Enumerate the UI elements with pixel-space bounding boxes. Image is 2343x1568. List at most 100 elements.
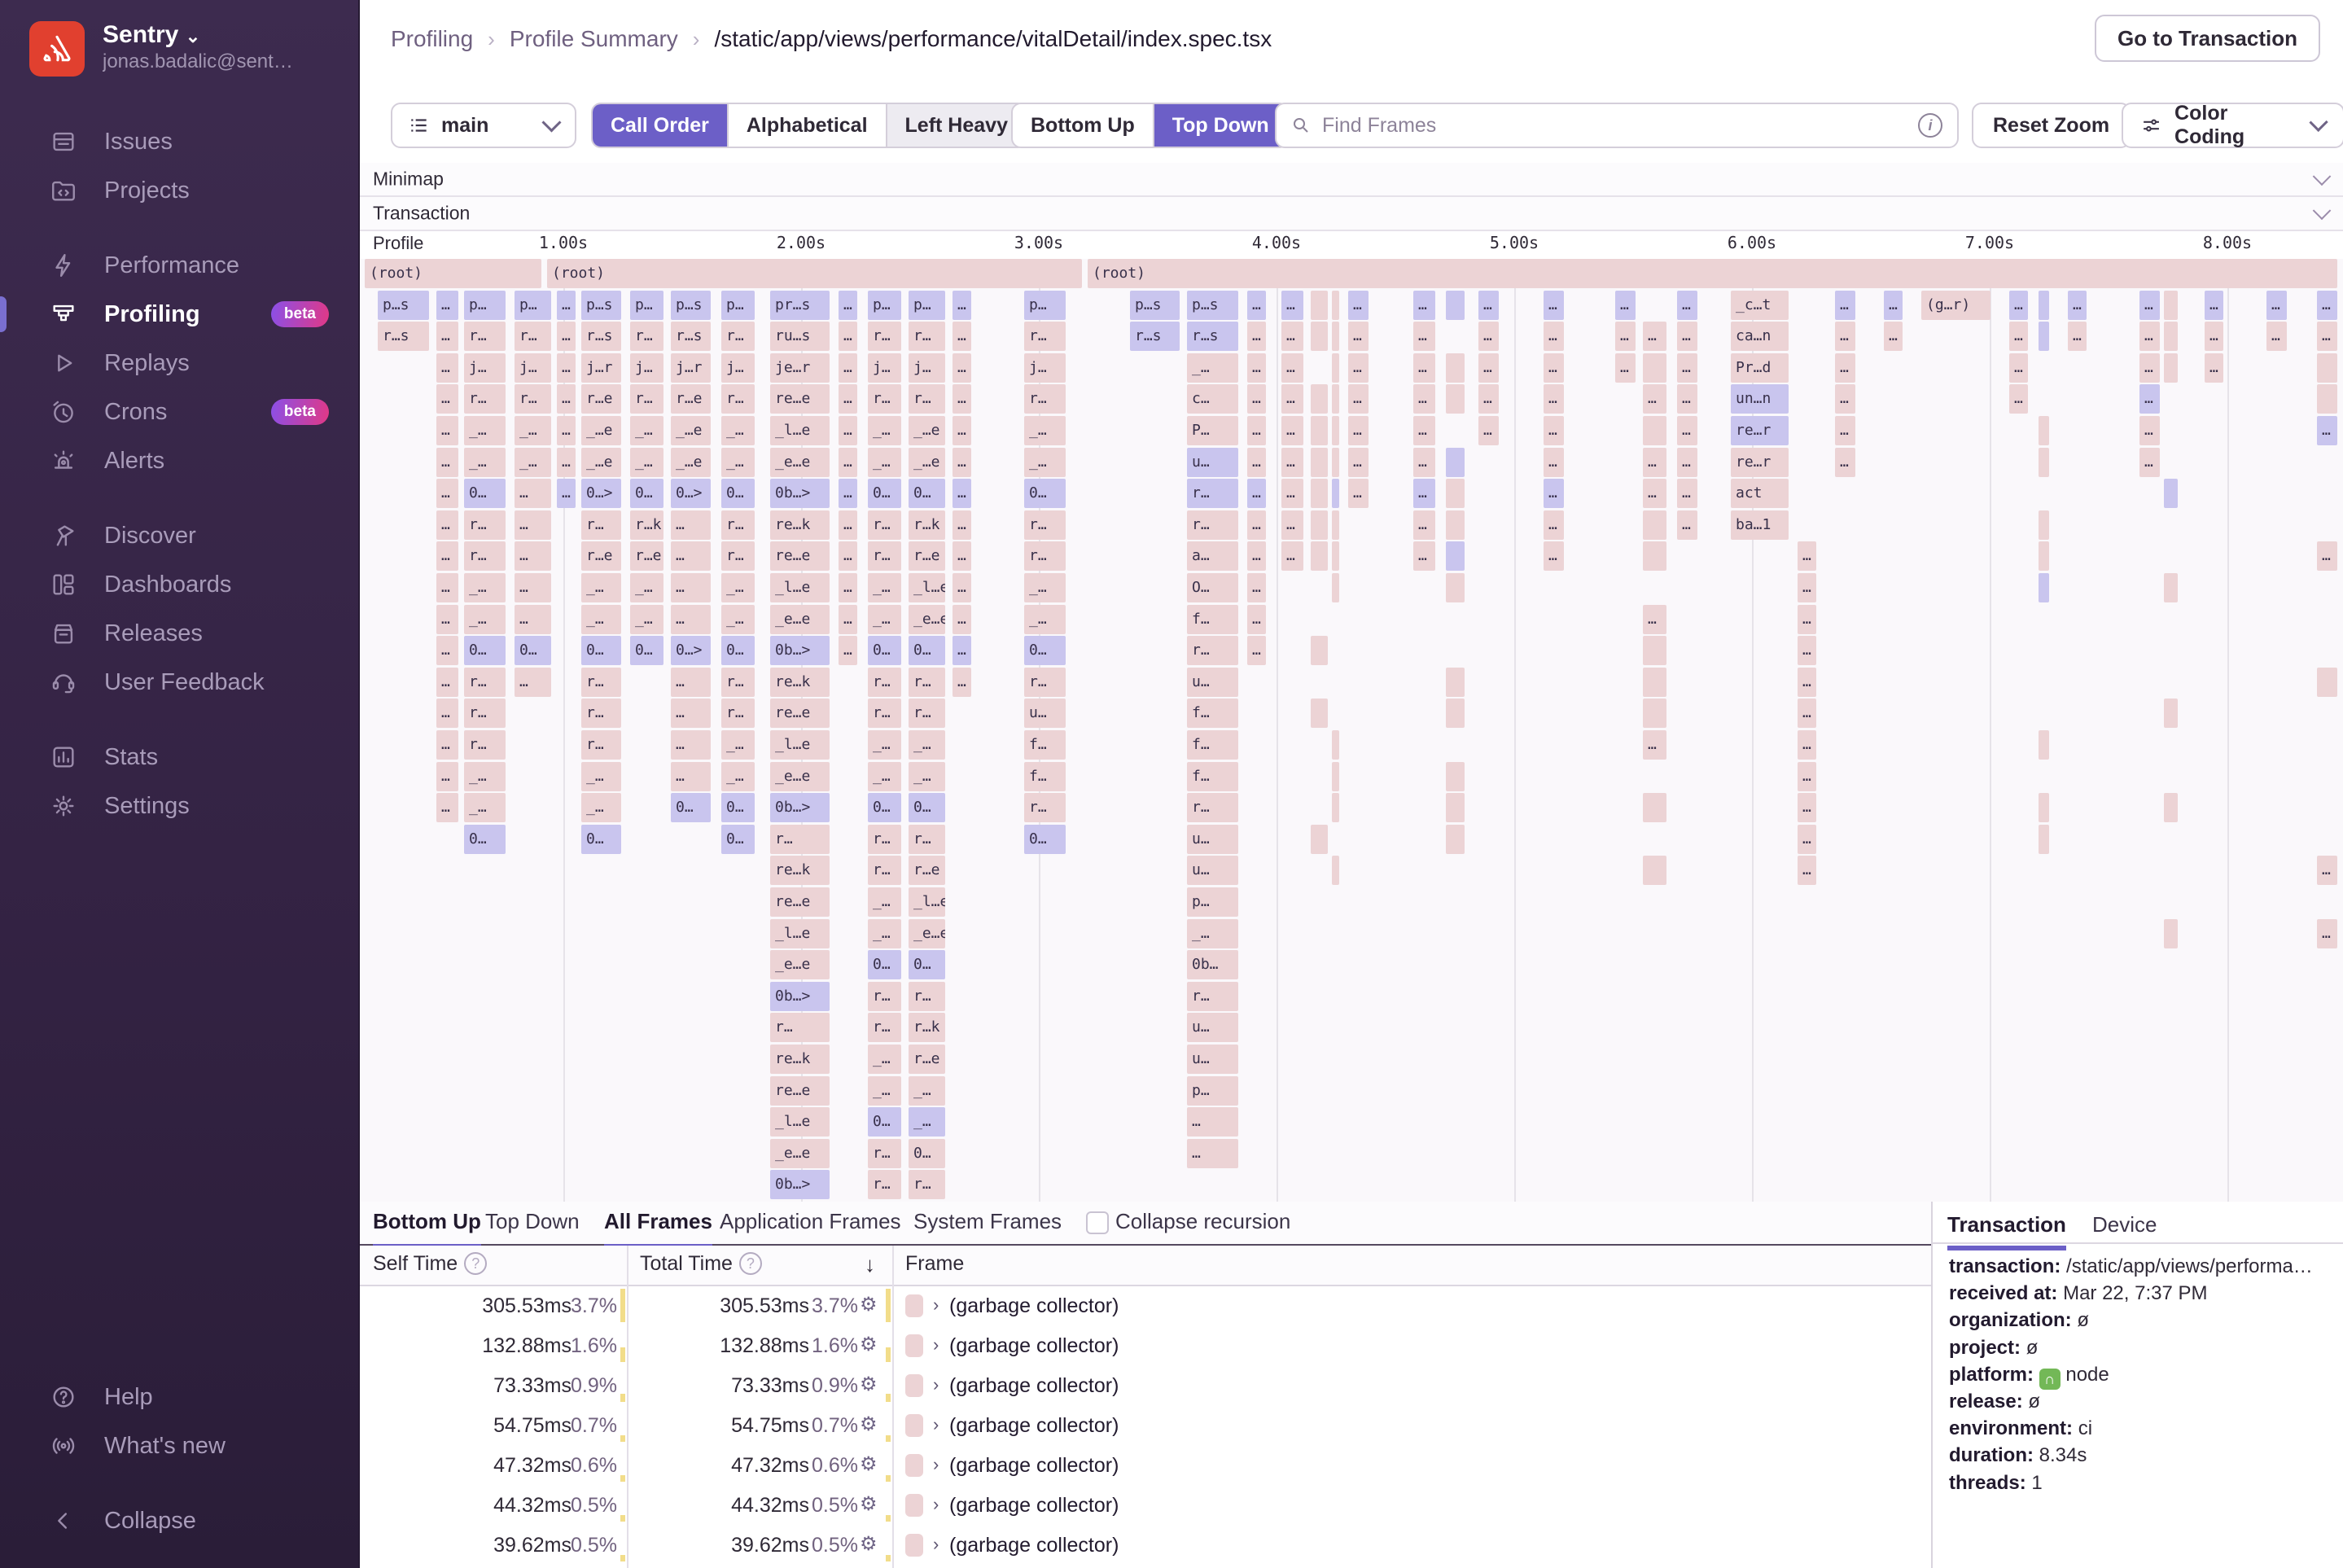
flame-frame[interactable]: r…	[868, 824, 901, 854]
flame-frame[interactable]: 0…	[721, 479, 755, 509]
flame-frame[interactable]: …	[557, 479, 576, 509]
flame-frame[interactable]: …	[2139, 447, 2160, 477]
flame-frame[interactable]: …	[1247, 573, 1266, 602]
flame-frame[interactable]	[2039, 447, 2049, 477]
flame-frame[interactable]: f…	[1187, 730, 1238, 760]
flame-frame[interactable]: …	[1677, 322, 1697, 352]
flame-frame[interactable]: …	[2205, 290, 2223, 320]
flame-frame[interactable]: …	[515, 510, 551, 540]
flame-frame[interactable]: f…	[1187, 699, 1238, 729]
flame-frame[interactable]: 0…	[909, 636, 945, 666]
flame-frame[interactable]: …	[1544, 479, 1564, 509]
expand-chevron-icon[interactable]: ›	[933, 1494, 939, 1515]
flame-frame[interactable]: r…	[721, 699, 755, 729]
flame-frame[interactable]: _…	[868, 761, 901, 791]
tab-top-down[interactable]: Top Down	[485, 1202, 580, 1244]
flame-frame[interactable]: …	[1677, 353, 1697, 383]
flame-frame[interactable]: 0…	[1024, 824, 1066, 854]
flame-frame[interactable]: …	[1798, 824, 1816, 854]
flame-frame[interactable]: …	[2317, 541, 2337, 572]
flame-frame[interactable]: …	[1884, 322, 1903, 352]
flame-frame[interactable]: …	[1798, 604, 1816, 634]
flame-frame[interactable]: r…e	[630, 541, 663, 572]
flame-frame[interactable]: r…e	[581, 541, 621, 572]
flame-frame[interactable]: 0…	[909, 793, 945, 823]
flame-frame[interactable]: r…	[464, 730, 506, 760]
flame-frame[interactable]: _c…t	[1731, 290, 1789, 320]
flame-frame[interactable]: …	[839, 416, 857, 445]
flame-frame[interactable]: _…e	[671, 416, 711, 445]
flame-frame[interactable]: r…k	[909, 1013, 945, 1043]
flame-frame[interactable]	[1446, 761, 1465, 791]
gear-icon[interactable]: ⚙	[860, 1373, 878, 1396]
flame-frame[interactable]	[1332, 730, 1339, 760]
flame-frame[interactable]: …	[839, 573, 857, 602]
flame-frame[interactable]	[2164, 290, 2178, 320]
flame-frame[interactable]: …	[436, 479, 458, 509]
flame-frame[interactable]: _…	[515, 447, 551, 477]
frame-name[interactable]: (garbage collector)	[949, 1294, 1119, 1318]
expand-chevron-icon[interactable]: ›	[933, 1334, 939, 1356]
flame-frame[interactable]: 0b…>	[770, 1170, 830, 1200]
flame-frame[interactable]: _…	[464, 604, 506, 634]
flame-frame[interactable]	[1332, 322, 1339, 352]
flame-frame[interactable]: …	[1677, 290, 1697, 320]
flame-frame[interactable]: …	[1677, 479, 1697, 509]
flame-frame[interactable]: …	[1643, 322, 1666, 352]
sidebar-item-dashboards[interactable]: Dashboards	[0, 560, 358, 609]
flame-frame[interactable]: …	[436, 699, 458, 729]
flame-frame[interactable]: …	[1835, 290, 1855, 320]
flame-frame[interactable]: …	[436, 510, 458, 540]
flame-frame[interactable]: f…	[1187, 604, 1238, 634]
flame-frame[interactable]: …	[2139, 353, 2160, 383]
flame-frame[interactable]: …	[1281, 541, 1303, 572]
flame-frame[interactable]	[2164, 918, 2178, 948]
flame-frame[interactable]: r…	[868, 1013, 901, 1043]
flame-frame[interactable]: r…	[868, 981, 901, 1011]
flame-frame[interactable]: r…	[1024, 793, 1066, 823]
flame-frame[interactable]: …	[2266, 290, 2287, 320]
flame-frame[interactable]: …	[557, 416, 576, 445]
flame-frame[interactable]: …	[1835, 322, 1855, 352]
frame-name[interactable]: (garbage collector)	[949, 1454, 1119, 1478]
flame-frame[interactable]: r…	[721, 510, 755, 540]
tab-application-frames[interactable]: Application Frames	[720, 1202, 901, 1244]
flame-frame[interactable]: …	[2009, 322, 2028, 352]
flame-frame[interactable]: …	[839, 290, 857, 320]
flame-frame[interactable]: j…	[630, 353, 663, 383]
flame-frame[interactable]: …	[671, 573, 711, 602]
flame-frame[interactable]	[1332, 416, 1339, 445]
flame-frame[interactable]: …	[1348, 479, 1369, 509]
flame-frame[interactable]: j…r	[581, 353, 621, 383]
sidebar-item-alerts[interactable]: Alerts	[0, 436, 358, 485]
flame-frame[interactable]: _…	[868, 573, 901, 602]
flame-frame[interactable]	[2039, 322, 2049, 352]
flame-frame[interactable]: …	[953, 353, 971, 383]
flame-frame[interactable]: _l…e	[770, 918, 830, 948]
flame-frame[interactable]	[1311, 322, 1328, 352]
flame-frame[interactable]	[1332, 290, 1339, 320]
flame-frame[interactable]: r…	[868, 541, 901, 572]
flame-frame[interactable]: p…s	[1187, 290, 1238, 320]
flame-frame[interactable]: _…	[868, 730, 901, 760]
flame-frame[interactable]: …	[557, 384, 576, 414]
sidebar-item-projects[interactable]: Projects	[0, 166, 358, 215]
flame-frame[interactable]: …	[1348, 290, 1369, 320]
flame-frame[interactable]: …	[1348, 416, 1369, 445]
flame-frame[interactable]: p…s	[581, 290, 621, 320]
flame-frame[interactable]: (g…r)	[1921, 290, 1990, 320]
flame-frame[interactable]: 0b…>	[770, 981, 830, 1011]
flame-frame[interactable]: …	[839, 322, 857, 352]
frame-name[interactable]: (garbage collector)	[949, 1374, 1119, 1398]
color-coding-button[interactable]: Color Coding	[2122, 102, 2343, 148]
expand-chevron-icon[interactable]: ›	[933, 1454, 939, 1475]
flame-frame[interactable]: u…	[1187, 824, 1238, 854]
flame-frame[interactable]: r…	[868, 856, 901, 886]
breadcrumb-profiling[interactable]: Profiling	[391, 26, 473, 52]
flame-frame[interactable]: _…	[868, 918, 901, 948]
flame-frame[interactable]: …	[671, 541, 711, 572]
flame-frame[interactable]: …	[1677, 447, 1697, 477]
flame-frame[interactable]: …	[839, 384, 857, 414]
flame-frame[interactable]: 0…	[630, 479, 663, 509]
flame-frame[interactable]: …	[1247, 510, 1266, 540]
